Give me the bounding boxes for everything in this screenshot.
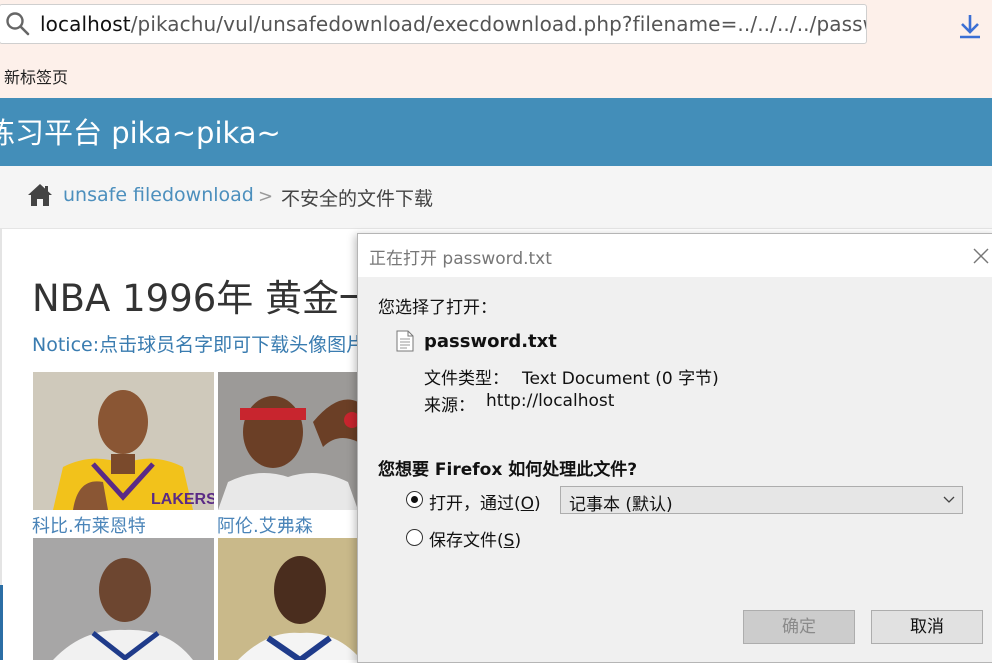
source-label: 来源：: [424, 396, 475, 416]
ok-button[interactable]: 确定: [743, 610, 855, 644]
url-path: /pikachu/vul/unsafedownload/execdownload…: [130, 12, 867, 36]
open-with-label[interactable]: 打开，通过(O): [429, 489, 541, 514]
source-value: http://localhost: [486, 391, 615, 411]
breadcrumb-link[interactable]: unsafe filedownload: [63, 184, 254, 206]
breadcrumb-current: 不安全的文件下载: [281, 188, 434, 210]
sidebar-scroll-indicator: [0, 585, 3, 660]
dialog-title: 正在打开 password.txt: [369, 249, 552, 269]
download-icon[interactable]: [957, 12, 983, 40]
chose-label: 您选择了打开：: [378, 298, 497, 318]
search-icon: [6, 12, 30, 36]
save-file-label[interactable]: 保存文件(S): [429, 526, 521, 551]
site-title[interactable]: 练习平台 pika~pika~: [0, 110, 281, 152]
url-bar[interactable]: localhost/pikachu/vul/unsafedownload/exe…: [0, 4, 867, 44]
player-link-iverson[interactable]: 阿伦.艾弗森: [217, 512, 313, 538]
open-with-accesskey: O: [520, 494, 535, 514]
home-icon: [28, 184, 52, 206]
chevron-down-icon: [943, 496, 955, 503]
url-host: localhost: [40, 12, 131, 36]
player-photo-4: [218, 538, 358, 660]
dialog-titlebar: 正在打开 password.txt: [358, 234, 992, 277]
file-type-value: Text Document (0 字节): [522, 369, 719, 389]
breadcrumb-separator: >: [258, 186, 274, 207]
page-heading: NBA 1996年 黄金一代: [32, 277, 414, 320]
site-header: 练习平台 pika~pika~: [0, 98, 992, 166]
text-file-icon: [396, 330, 414, 352]
bookmark-new-tab[interactable]: 新标签页: [4, 64, 68, 88]
open-with-radio[interactable]: [406, 491, 423, 508]
cancel-button[interactable]: 取消: [871, 610, 983, 644]
player-photo-kobe: LAKERS: [33, 372, 214, 510]
file-type-label: 文件类型：: [424, 369, 509, 389]
save-file-accesskey: S: [503, 531, 515, 551]
download-dialog: 正在打开 password.txt 您选择了打开： password.txt 文…: [357, 233, 992, 663]
file-name: password.txt: [424, 331, 557, 352]
save-file-text: 保存文件(: [429, 531, 504, 551]
player-link-kobe[interactable]: 科比.布莱恩特: [32, 512, 146, 538]
open-with-select[interactable]: 记事本 (默认): [560, 486, 963, 515]
browser-toolbar: localhost/pikachu/vul/unsafedownload/exe…: [0, 0, 992, 98]
close-icon[interactable]: [970, 245, 992, 267]
jersey-text: LAKERS: [151, 491, 214, 508]
open-with-text: 打开，通过(: [429, 494, 521, 514]
radio-selected-dot: [411, 496, 418, 503]
open-with-app: 记事本 (默认): [569, 495, 673, 515]
player-photo-iverson: [218, 372, 358, 510]
save-file-radio[interactable]: [406, 529, 423, 546]
notice-text: Notice:点击球员名字即可下载头像图片!: [32, 334, 373, 356]
save-file-close: ): [514, 531, 522, 551]
action-question: 您想要 Firefox 如何处理此文件?: [378, 460, 638, 480]
open-with-close: ): [534, 494, 541, 514]
url-text[interactable]: localhost/pikachu/vul/unsafedownload/exe…: [40, 12, 867, 36]
player-photo-3: [33, 538, 214, 660]
